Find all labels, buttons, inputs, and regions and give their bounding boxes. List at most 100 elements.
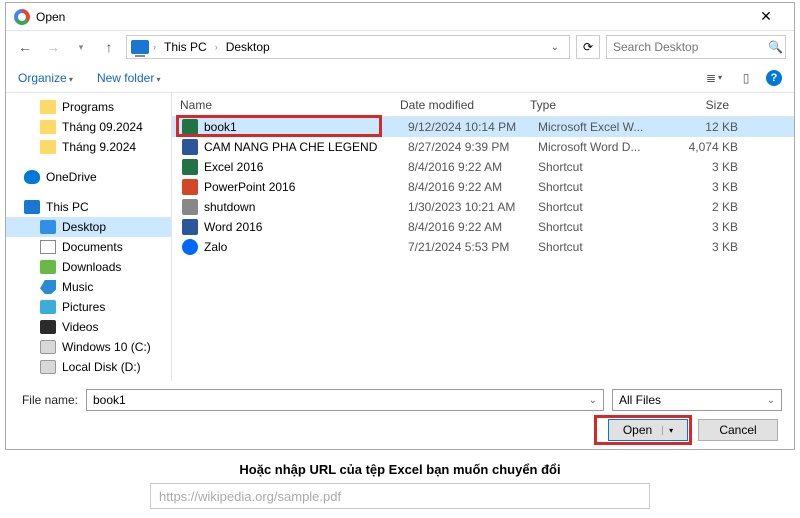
nav-tree[interactable]: Programs Tháng 09.2024 Tháng 9.2024 OneDriv… [6, 93, 172, 381]
cancel-button[interactable]: Cancel [698, 419, 778, 441]
tree-item-label: Documents [62, 240, 123, 254]
file-size: 3 KB [656, 180, 746, 194]
file-row[interactable]: Excel 20168/4/2016 9:22 AMShortcut3 KB [172, 157, 794, 177]
col-name[interactable]: Name [172, 98, 392, 112]
view-mode-button[interactable]: ≣▾ [702, 67, 726, 89]
file-name: book1 [204, 120, 400, 134]
folder-icon [40, 140, 56, 154]
new-folder-button[interactable]: New folder [97, 71, 161, 85]
file-row[interactable]: PowerPoint 20168/4/2016 9:22 AMShortcut3… [172, 177, 794, 197]
file-name: Excel 2016 [204, 160, 400, 174]
file-pane: Name Date modified Type Size book19/12/2… [172, 93, 794, 381]
file-size: 3 KB [656, 240, 746, 254]
tree-item[interactable]: This PC [6, 197, 171, 217]
doc-icon [40, 240, 56, 254]
tree-item[interactable]: Tháng 09.2024 [6, 117, 171, 137]
url-input[interactable] [150, 483, 650, 509]
tree-item[interactable]: Desktop [6, 217, 171, 237]
nav-forward[interactable]: → [42, 36, 64, 58]
tree-item[interactable]: Music [6, 277, 171, 297]
preview-pane-button[interactable]: ▯ [734, 67, 758, 89]
file-filter-dropdown[interactable]: All Files ⌄ [612, 389, 782, 411]
breadcrumb[interactable]: › This PC › Desktop ⌄ [126, 35, 570, 59]
file-row[interactable]: Zalo7/21/2024 5:53 PMShortcut3 KB [172, 237, 794, 257]
pc-icon [24, 200, 40, 214]
download-icon [40, 260, 56, 274]
zalo-icon [182, 239, 198, 255]
tree-item-label: Music [62, 280, 93, 294]
file-type: Shortcut [530, 160, 656, 174]
file-date: 7/21/2024 5:53 PM [400, 240, 530, 254]
dialog-title: Open [36, 10, 746, 24]
tree-item[interactable]: Programs [6, 97, 171, 117]
tree-item[interactable]: Pictures [6, 297, 171, 317]
column-headers: Name Date modified Type Size [172, 93, 794, 117]
tree-item-label: Desktop [62, 220, 106, 234]
file-type: Microsoft Excel W... [530, 120, 656, 134]
tree-item-label: Tháng 09.2024 [62, 120, 143, 134]
file-name: PowerPoint 2016 [204, 180, 400, 194]
nav-up[interactable]: ↑ [98, 36, 120, 58]
highlight-open-button [594, 415, 692, 445]
nav-history-dropdown[interactable]: ▾ [70, 36, 92, 58]
file-row[interactable]: CAM NANG PHA CHE LEGEND8/27/2024 9:39 PM… [172, 137, 794, 157]
tree-item[interactable]: Tháng 9.2024 [6, 137, 171, 157]
tree-item-label: Programs [62, 100, 114, 114]
tree-item[interactable]: Windows 10 (C:) [6, 337, 171, 357]
file-size: 3 KB [656, 220, 746, 234]
file-name: Word 2016 [204, 220, 400, 234]
tree-item-label: Videos [62, 320, 98, 334]
col-type[interactable]: Type [522, 98, 648, 112]
tree-item[interactable]: OneDrive [6, 167, 171, 187]
file-row[interactable]: book19/12/2024 10:14 PMMicrosoft Excel W… [172, 117, 794, 137]
folder-icon [40, 120, 56, 134]
list-icon: ≣ [706, 71, 716, 85]
pic-icon [40, 300, 56, 314]
xls-icon [182, 159, 198, 175]
chevron-down-icon[interactable]: ⌄ [545, 42, 565, 53]
file-list[interactable]: book19/12/2024 10:14 PMMicrosoft Excel W… [172, 117, 794, 381]
tree-item[interactable]: Local Disk (D:) [6, 357, 171, 377]
col-size[interactable]: Size [648, 98, 738, 112]
onedrive-icon [24, 170, 40, 184]
disk-icon [40, 340, 56, 354]
chevron-down-icon: ⌄ [767, 395, 775, 406]
breadcrumb-current[interactable]: Desktop [222, 40, 274, 54]
filename-input[interactable] [93, 393, 589, 407]
refresh-button[interactable]: ⟳ [576, 35, 600, 59]
file-row[interactable]: Word 20168/4/2016 9:22 AMShortcut3 KB [172, 217, 794, 237]
docx-icon [182, 219, 198, 235]
help-button[interactable]: ? [766, 70, 782, 86]
url-zone: Hoặc nhập URL của tệp Excel bạn muốn chu… [0, 462, 800, 509]
file-row[interactable]: shutdown1/30/2023 10:21 AMShortcut2 KB [172, 197, 794, 217]
file-type: Shortcut [530, 220, 656, 234]
col-date[interactable]: Date modified [392, 98, 522, 112]
search-input[interactable] [613, 40, 768, 54]
exe-icon [182, 199, 198, 215]
nav-back[interactable]: ← [14, 36, 36, 58]
tree-item-label: Downloads [62, 260, 121, 274]
tree-item-label: Windows 10 (C:) [62, 340, 151, 354]
tree-item[interactable]: Downloads [6, 257, 171, 277]
pc-icon [131, 40, 149, 54]
breadcrumb-root[interactable]: This PC [160, 40, 211, 54]
file-type: Shortcut [530, 200, 656, 214]
filename-field[interactable]: ⌄ [86, 389, 604, 411]
titlebar: Open ✕ [6, 3, 794, 31]
docx-icon [182, 139, 198, 155]
close-button[interactable]: ✕ [746, 8, 786, 25]
chrome-icon [14, 9, 30, 25]
music-icon [40, 280, 56, 294]
search-icon: 🔍 [768, 40, 783, 54]
file-date: 9/12/2024 10:14 PM [400, 120, 530, 134]
organize-menu[interactable]: Organize [18, 71, 73, 85]
tree-item[interactable]: Documents [6, 237, 171, 257]
tree-item-label: Pictures [62, 300, 105, 314]
filename-label: File name: [18, 393, 78, 407]
chevron-down-icon[interactable]: ⌄ [589, 395, 597, 406]
toolbar: Organize New folder ≣▾ ▯ ? [6, 63, 794, 93]
tree-item[interactable]: Videos [6, 317, 171, 337]
search-box[interactable]: 🔍 [606, 35, 786, 59]
disk-icon [40, 360, 56, 374]
file-type: Shortcut [530, 180, 656, 194]
